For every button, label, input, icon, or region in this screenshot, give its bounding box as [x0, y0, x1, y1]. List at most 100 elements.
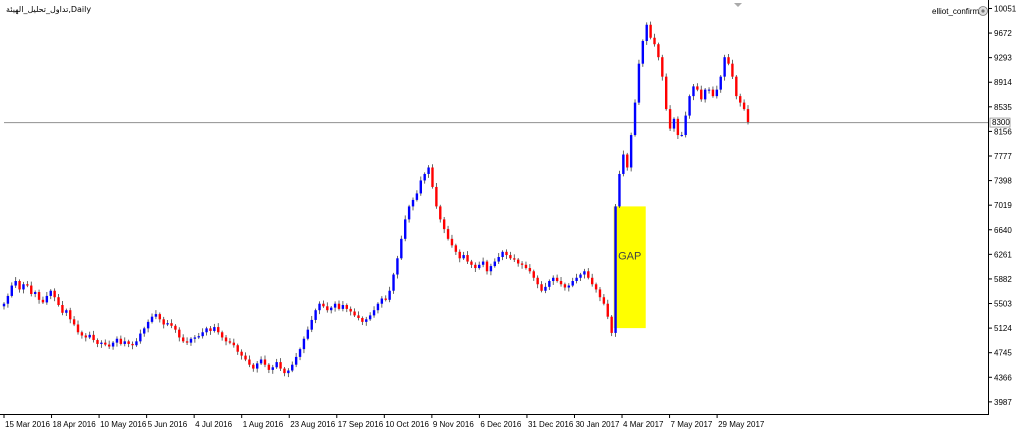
x-tick-label: 6 Dec 2016 — [480, 420, 521, 429]
candle-body — [715, 89, 719, 97]
candle-body — [69, 310, 72, 320]
candle-body — [711, 89, 715, 97]
x-tick-label: 9 Nov 2016 — [433, 420, 474, 429]
y-tick-label: 3987 — [994, 398, 1012, 407]
candle-body — [279, 362, 282, 369]
candle-body — [700, 89, 703, 100]
candle-body — [493, 261, 497, 267]
candle-body — [439, 206, 442, 220]
candle-body — [485, 261, 489, 272]
x-tick-label: 5 Jun 2016 — [148, 420, 188, 429]
candle — [629, 132, 633, 172]
candle-body — [633, 102, 637, 136]
candle-body — [170, 323, 173, 326]
y-tick-label: 5503 — [994, 300, 1012, 309]
candle-body — [248, 359, 251, 365]
candle-body — [333, 303, 337, 308]
candle-body — [505, 251, 508, 256]
candle-body — [314, 310, 317, 320]
x-tick-label: 15 Mar 2016 — [5, 420, 50, 429]
candle-body — [271, 367, 274, 370]
candle-body — [158, 314, 162, 320]
candle-body — [205, 328, 208, 333]
candle-body — [228, 341, 232, 343]
x-tick-label: 17 Sep 2016 — [338, 420, 384, 429]
candle-body — [139, 333, 142, 342]
candle-body — [123, 341, 126, 344]
candle-body — [454, 245, 458, 252]
chart-title: تداول_تحليل_الهيئة,Daily — [6, 5, 91, 14]
candle-body — [84, 335, 88, 338]
candle-body — [481, 261, 485, 265]
candle-body — [259, 359, 263, 364]
candle-body — [330, 307, 333, 311]
candle-body — [178, 329, 181, 338]
candle — [637, 59, 641, 106]
candle-body — [641, 40, 645, 64]
y-tick-label: 5882 — [994, 275, 1012, 284]
candle — [618, 170, 621, 209]
candle-body — [563, 284, 567, 288]
y-tick-label: 8535 — [994, 103, 1012, 112]
candle — [614, 204, 617, 337]
candle-body — [6, 295, 10, 304]
candle-body — [684, 115, 687, 136]
candle-body — [217, 327, 220, 333]
candle-body — [388, 290, 391, 300]
candle-body — [326, 306, 329, 311]
candle-body — [209, 328, 212, 331]
candle-body — [637, 63, 641, 103]
candle-body — [423, 173, 426, 181]
candle-body — [696, 86, 699, 90]
candle-body — [489, 266, 493, 272]
candle-body — [96, 340, 99, 344]
candle-body — [76, 324, 80, 333]
candle-body — [372, 310, 376, 316]
candle-body — [345, 305, 348, 309]
candle-body — [197, 336, 200, 338]
candle-body — [509, 255, 512, 259]
candle-body — [742, 102, 746, 110]
candle-body — [353, 311, 356, 316]
candle-body — [497, 257, 500, 262]
candle-body — [661, 57, 664, 77]
candle-body — [380, 298, 384, 304]
gear-icon[interactable] — [978, 6, 988, 16]
x-tick-label: 31 Dec 2016 — [528, 420, 574, 429]
candle-body — [65, 310, 68, 313]
candle-body — [629, 135, 633, 168]
candle — [641, 39, 645, 67]
candle-body — [252, 364, 255, 369]
candle-body — [166, 323, 169, 325]
candle-body — [14, 281, 17, 286]
candle-body — [649, 24, 652, 38]
candle-body — [532, 271, 535, 278]
candle-body — [255, 363, 259, 369]
candle-body — [606, 303, 609, 317]
candle-body — [232, 342, 236, 346]
gap-annotation-label: GAP — [618, 250, 641, 262]
candle-body — [501, 251, 504, 258]
candle-body — [2, 303, 6, 307]
candle-body — [174, 325, 177, 330]
candle-body — [587, 271, 590, 278]
candle-body — [731, 63, 734, 77]
y-tick-label: 9672 — [994, 29, 1012, 38]
candle-body — [672, 118, 676, 129]
y-tick-label: 7777 — [994, 152, 1012, 161]
candle-body — [415, 193, 419, 200]
candle-body — [520, 263, 524, 265]
candle-body — [376, 303, 380, 311]
candle-body — [528, 268, 532, 272]
candle-body — [516, 259, 520, 264]
candle-body — [127, 341, 130, 344]
candle-body — [88, 334, 91, 338]
x-tick-label: 1 Aug 2016 — [243, 420, 284, 429]
y-tick-label: 7019 — [994, 201, 1012, 210]
candle-body — [18, 281, 21, 290]
candle-body — [341, 305, 345, 309]
price-chart[interactable]: تداول_تحليل_الهيئة,Daily elliot_confirm … — [0, 0, 1024, 435]
candle-body — [154, 314, 158, 317]
candle-body — [552, 277, 555, 282]
y-tick-label: 10051 — [994, 4, 1017, 13]
